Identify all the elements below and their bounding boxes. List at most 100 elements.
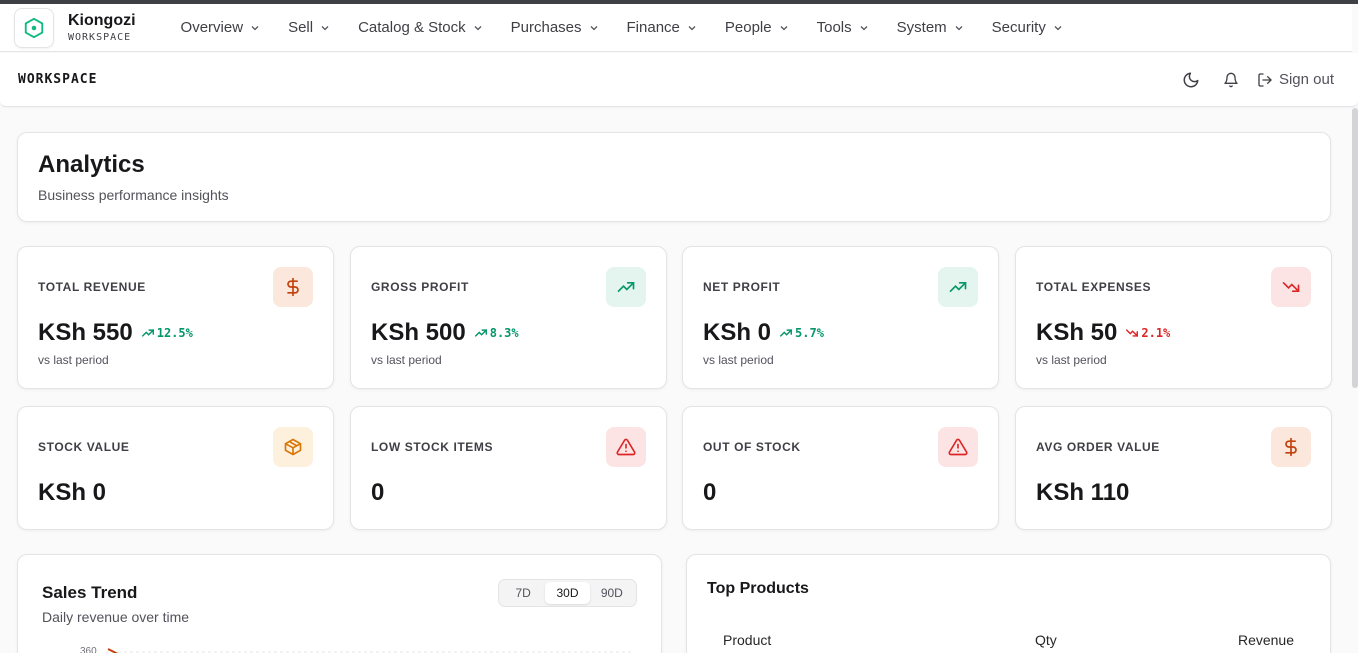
top-products-title: Top Products xyxy=(707,580,809,597)
nav-system[interactable]: System xyxy=(897,19,965,36)
nav-label: Catalog & Stock xyxy=(358,19,466,36)
range-7d-button[interactable]: 7D xyxy=(501,582,545,604)
kpi-note: vs last period xyxy=(38,353,109,367)
kpi-label: GROSS PROFIT xyxy=(371,280,469,294)
kpi-card-out-of-stock: OUT OF STOCK 0 xyxy=(682,406,999,530)
nav-overview[interactable]: Overview xyxy=(181,19,262,36)
dollar-icon xyxy=(1285,437,1297,457)
kpi-change-value: 5.7% xyxy=(795,326,824,340)
nav-purchases[interactable]: Purchases xyxy=(511,19,600,36)
box-icon xyxy=(284,438,302,456)
kpi-card-low-stock: LOW STOCK ITEMS 0 xyxy=(350,406,667,530)
chevron-down-icon xyxy=(1054,25,1062,30)
chevron-down-icon xyxy=(474,25,482,30)
kpi-card-total-revenue: TOTAL REVENUE KSh 550 12.5% vs last peri… xyxy=(17,246,334,389)
page-scrollbar[interactable] xyxy=(1352,108,1358,388)
kpi-value: KSh 50 xyxy=(1036,319,1118,346)
brand: Kiongozi WORKSPACE xyxy=(68,11,136,43)
kpi-value-row: 0 xyxy=(703,479,716,507)
top-navbar: Kiongozi WORKSPACE Overview Sell Catalog… xyxy=(0,4,1352,52)
sales-trend-card: Sales Trend Daily revenue over time 7D 3… xyxy=(17,554,662,653)
kpi-card-total-expenses: TOTAL EXPENSES KSh 50 2.1% vs last perio… xyxy=(1015,246,1332,389)
kpi-change: 5.7% xyxy=(779,326,824,340)
chevron-down-icon xyxy=(251,25,259,30)
nav-label: Security xyxy=(991,19,1046,36)
kpi-icon-box xyxy=(1271,427,1311,467)
trending-up-icon xyxy=(474,329,487,337)
range-30d-button[interactable]: 30D xyxy=(545,582,590,604)
range-selector: 7D 30D 90D xyxy=(498,579,637,607)
column-header-product[interactable]: Product xyxy=(723,632,771,648)
nav-label: System xyxy=(896,19,947,36)
trending-down-icon xyxy=(1282,282,1300,292)
page-header-card: Analytics Business performance insights xyxy=(17,132,1331,222)
trending-up-icon xyxy=(617,282,635,292)
top-products-card: Top Products Product Qty Revenue xyxy=(686,554,1331,653)
kpi-icon-box xyxy=(273,267,313,307)
sales-trend-subtitle: Daily revenue over time xyxy=(42,609,190,625)
kpi-label: AVG ORDER VALUE xyxy=(1036,440,1160,454)
trending-up-icon xyxy=(949,282,967,292)
kpi-value: 0 xyxy=(371,479,385,506)
kpi-value: KSh 110 xyxy=(1036,479,1130,506)
nav-label: Finance xyxy=(626,19,680,36)
sign-out-button[interactable]: Sign out xyxy=(1257,71,1334,88)
kpi-icon-box xyxy=(938,267,978,307)
trending-up-icon xyxy=(141,329,154,337)
kpi-value: KSh 0 xyxy=(703,319,772,346)
chevron-down-icon xyxy=(780,25,788,30)
kpi-change-value: 2.1% xyxy=(1141,326,1171,340)
kpi-value-row: KSh 550 12.5% xyxy=(38,319,193,347)
kpi-note: vs last period xyxy=(1036,353,1107,367)
kpi-value: KSh 500 xyxy=(371,319,466,346)
nav-label: People xyxy=(724,19,772,36)
range-90d-button[interactable]: 90D xyxy=(590,582,634,604)
theme-toggle-button[interactable] xyxy=(1179,68,1203,92)
kpi-icon-box xyxy=(606,427,646,467)
nav-label: Overview xyxy=(180,19,244,36)
nav-label: Sell xyxy=(288,19,314,36)
kpi-card-avg-order-value: AVG ORDER VALUE KSh 110 xyxy=(1015,406,1332,530)
hexagon-logo-icon xyxy=(24,17,44,38)
kpi-label: TOTAL EXPENSES xyxy=(1036,280,1152,294)
column-header-qty[interactable]: Qty xyxy=(1035,632,1057,648)
main-menu: Overview Sell Catalog & Stock Purchases … xyxy=(181,19,1091,36)
logout-icon xyxy=(1258,72,1272,87)
column-header-revenue[interactable]: Revenue xyxy=(1238,632,1294,648)
kpi-value-row: KSh 0 5.7% xyxy=(703,319,824,347)
kpi-icon-box xyxy=(606,267,646,307)
kpi-icon-box xyxy=(938,427,978,467)
kpi-card-gross-profit: GROSS PROFIT KSh 500 8.3% vs last period xyxy=(350,246,667,389)
nav-catalog-stock[interactable]: Catalog & Stock xyxy=(358,19,484,36)
page-title: Analytics xyxy=(38,151,145,178)
kpi-card-stock-value: STOCK VALUE KSh 0 xyxy=(17,406,334,530)
trending-up-icon xyxy=(780,329,792,337)
kpi-change-value: 8.3% xyxy=(489,326,519,340)
kpi-label: STOCK VALUE xyxy=(38,440,130,454)
kpi-value-row: KSh 110 xyxy=(1036,479,1129,507)
kpi-value: 0 xyxy=(703,479,717,506)
kpi-card-net-profit: NET PROFIT KSh 0 5.7% vs last period xyxy=(682,246,999,389)
dollar-icon xyxy=(287,277,299,297)
kpi-change: 2.1% xyxy=(1125,326,1170,340)
brand-name: Kiongozi xyxy=(68,11,136,29)
page-subtitle: Business performance insights xyxy=(38,187,229,203)
sales-trend-title: Sales Trend xyxy=(42,583,138,602)
nav-people[interactable]: People xyxy=(725,19,790,36)
kpi-label: NET PROFIT xyxy=(703,280,781,294)
nav-finance[interactable]: Finance xyxy=(627,19,698,36)
trend-chart-peek xyxy=(106,648,634,653)
nav-sell[interactable]: Sell xyxy=(288,19,331,36)
kpi-icon-box xyxy=(273,427,313,467)
brand-subtitle: WORKSPACE xyxy=(68,31,132,43)
workspace-title: WORKSPACE xyxy=(18,72,98,87)
kpi-value: KSh 0 xyxy=(38,479,107,506)
nav-tools[interactable]: Tools xyxy=(817,19,870,36)
alert-triangle-icon xyxy=(616,438,636,456)
notifications-button[interactable] xyxy=(1219,68,1243,92)
kpi-label: TOTAL REVENUE xyxy=(38,280,146,294)
kpi-value-row: 0 xyxy=(371,479,384,507)
logo[interactable] xyxy=(14,7,54,48)
nav-security[interactable]: Security xyxy=(992,19,1064,36)
kpi-note: vs last period xyxy=(371,353,442,367)
